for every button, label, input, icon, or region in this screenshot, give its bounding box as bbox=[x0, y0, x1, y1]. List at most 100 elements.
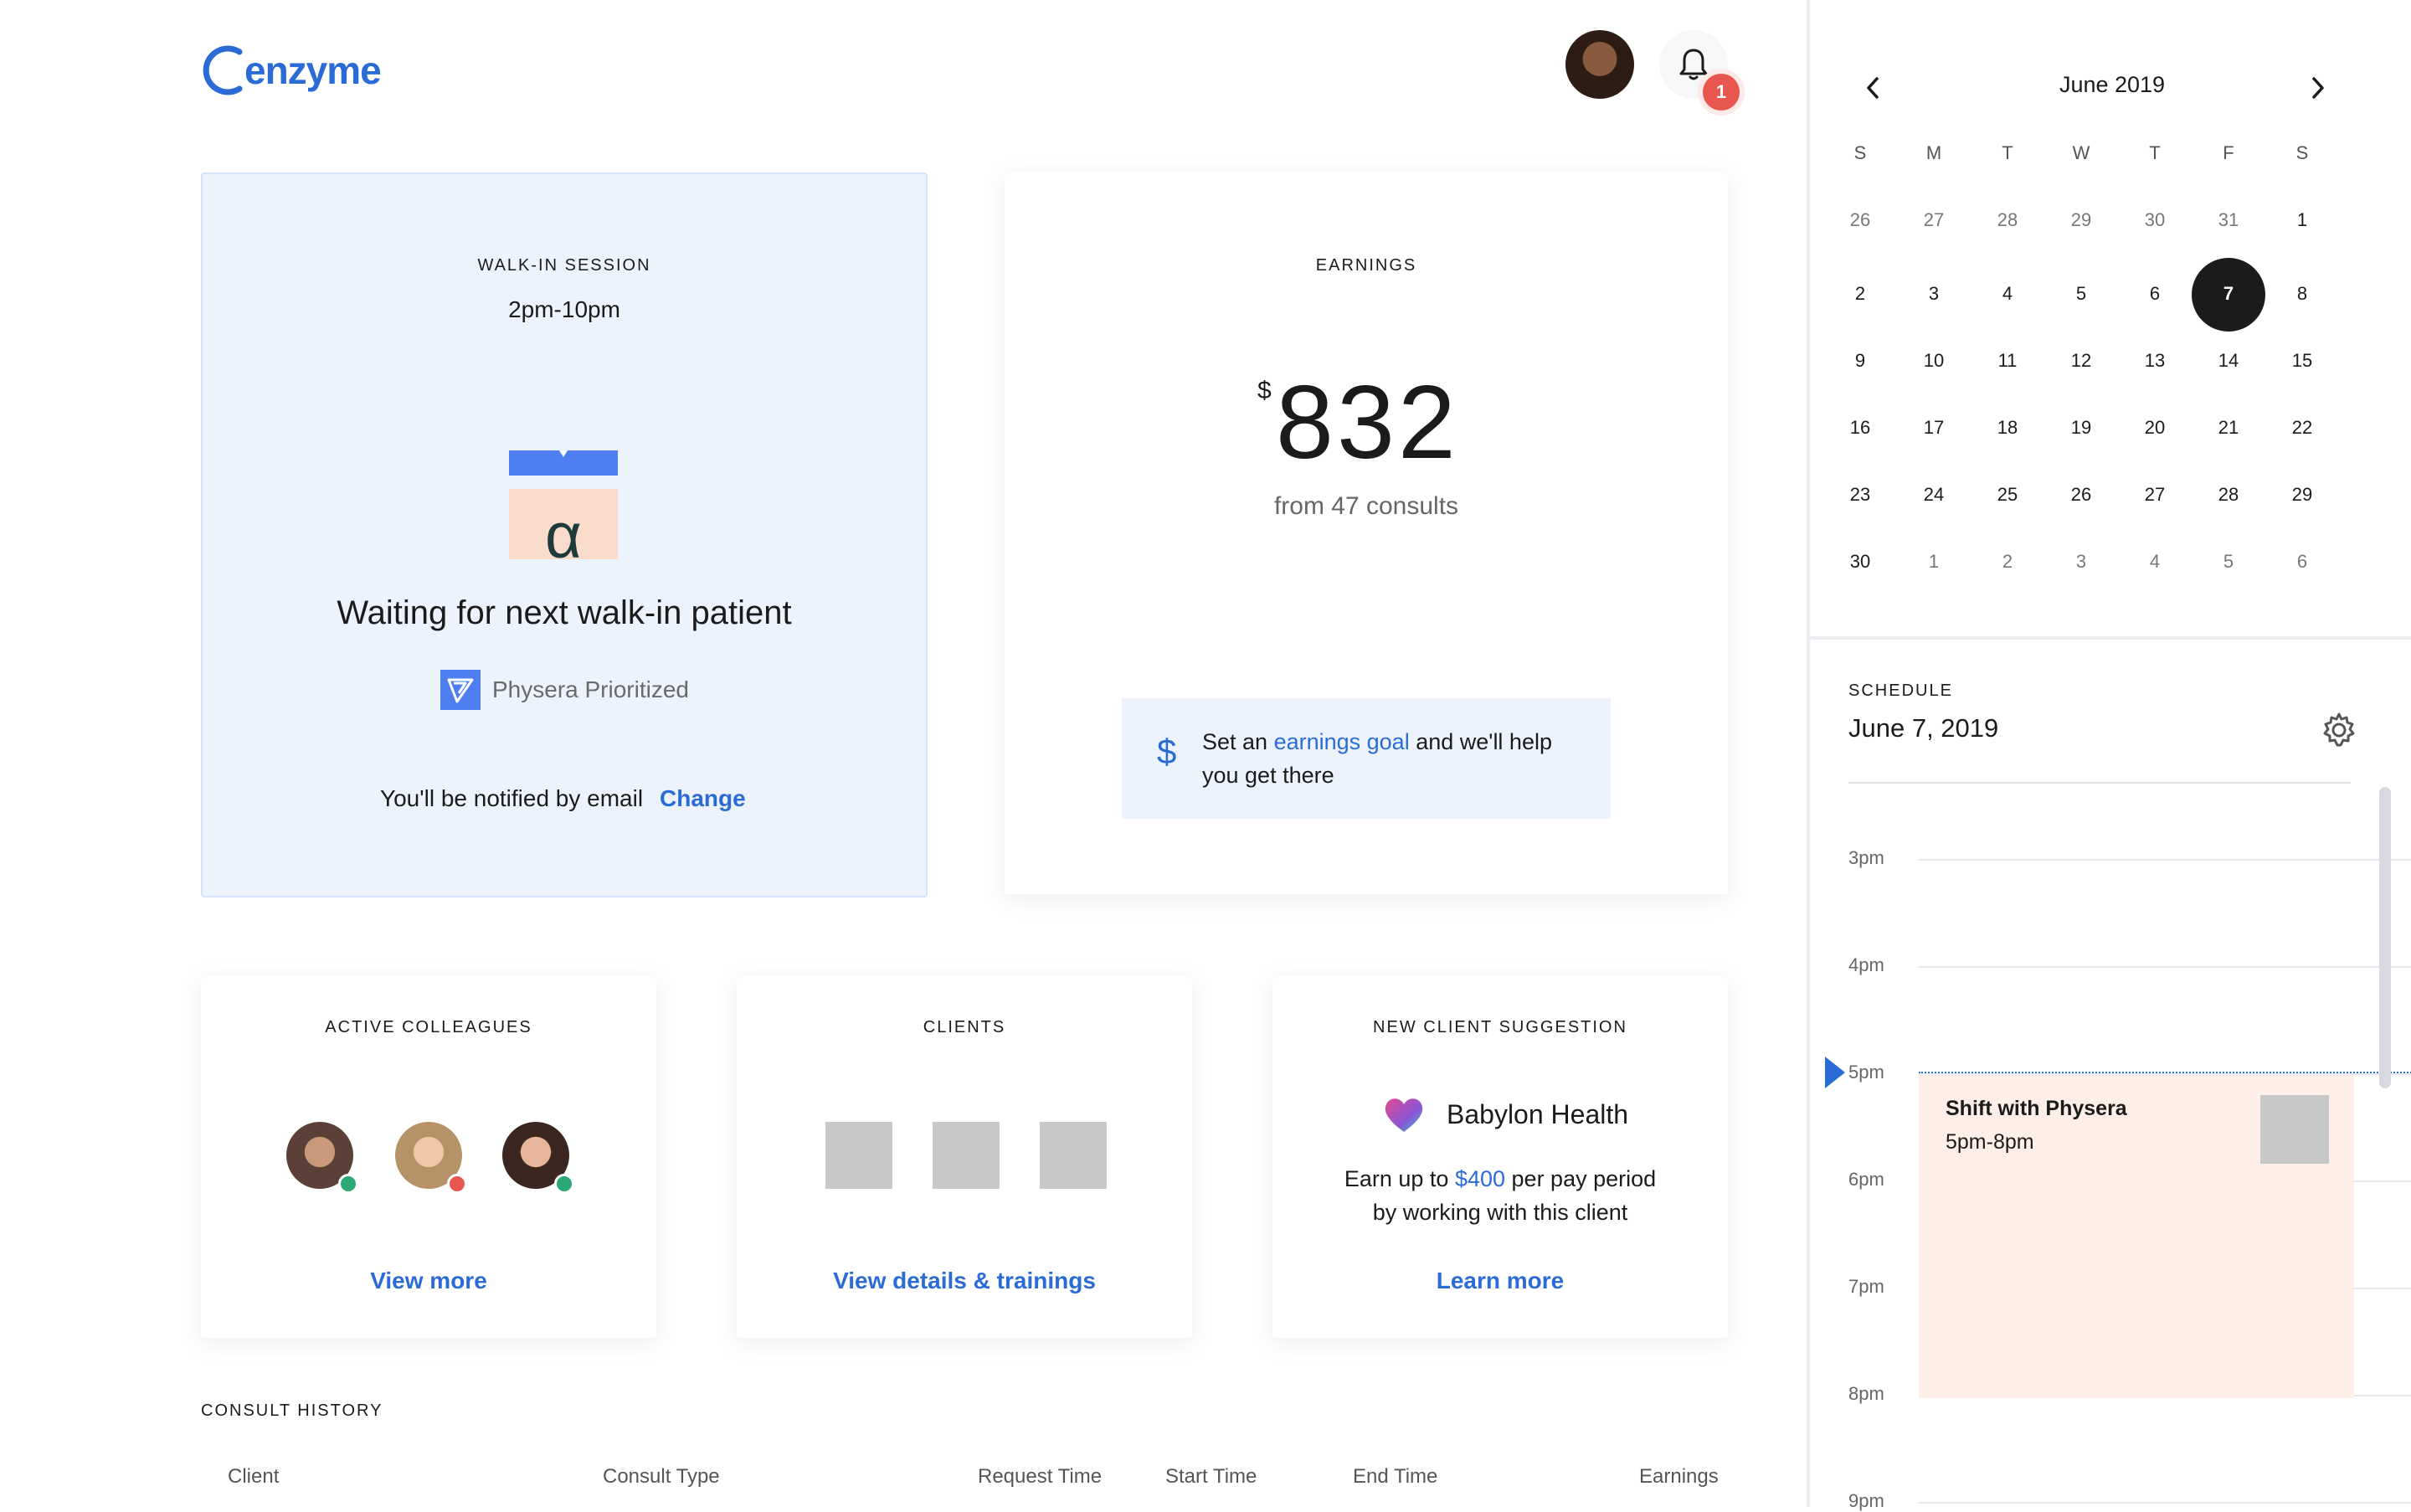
weekday-header: S bbox=[1853, 142, 1867, 163]
view-more-colleagues-link[interactable]: View more bbox=[201, 1268, 656, 1294]
calendar-day[interactable]: 12 bbox=[2048, 350, 2115, 372]
calendar-day[interactable]: 14 bbox=[2195, 350, 2262, 372]
calendar-day[interactable]: 27 bbox=[2121, 484, 2188, 506]
calendar-day[interactable]: 23 bbox=[1827, 484, 1894, 506]
colleague-avatar[interactable] bbox=[395, 1122, 467, 1194]
calendar-day[interactable]: 28 bbox=[2195, 484, 2262, 506]
goal-suffix-line1: and we'll help bbox=[1416, 729, 1552, 754]
partner-label: Physera Prioritized bbox=[440, 670, 689, 710]
hour-label: 7pm bbox=[1848, 1276, 1884, 1297]
calendar-day[interactable]: 16 bbox=[1827, 417, 1894, 439]
column-header-consult-type[interactable]: Consult Type bbox=[603, 1465, 720, 1489]
weekday-header: M bbox=[1925, 142, 1942, 163]
calendar-day[interactable]: 28 bbox=[1974, 209, 2041, 231]
calendar-day[interactable]: 22 bbox=[2269, 417, 2336, 439]
colleague-avatar[interactable] bbox=[286, 1122, 358, 1194]
column-header-client[interactable]: Client bbox=[228, 1465, 279, 1489]
right-panel: June 2019 S M T W T F S 26 27 28 29 30 31 1 2 3 4 5 6 7 8 9 10… bbox=[1807, 0, 2411, 1511]
colleague-avatar[interactable] bbox=[502, 1122, 574, 1194]
event-time: 5pm-8pm bbox=[1946, 1130, 2034, 1154]
client-logo-placeholder[interactable] bbox=[1040, 1122, 1107, 1189]
calendar-day-selected[interactable]: 7 bbox=[2195, 283, 2262, 305]
clients-kicker: CLIENTS bbox=[923, 1018, 1006, 1036]
walk-in-status: Waiting for next walk-in patient bbox=[337, 594, 792, 631]
new-client-suggestion-card: NEW CLIENT SUGGESTION Babylon Health Ear… bbox=[1272, 976, 1728, 1338]
goal-suffix-line2: you get there bbox=[1202, 763, 1334, 788]
calendar-day[interactable]: 11 bbox=[1974, 350, 2041, 372]
calendar-day[interactable]: 15 bbox=[2269, 350, 2336, 372]
client-logo-placeholder[interactable] bbox=[933, 1122, 1000, 1189]
calendar-day[interactable]: 2 bbox=[1827, 283, 1894, 305]
schedule-scrollbar[interactable] bbox=[2379, 787, 2391, 1088]
suggestion-description: Earn up to $400 per pay period by workin… bbox=[1272, 1162, 1728, 1229]
calendar-day[interactable]: 21 bbox=[2195, 417, 2262, 439]
schedule-kicker: SCHEDULE bbox=[1848, 681, 1953, 700]
shift-event[interactable]: Shift with Physera 5pm-8pm bbox=[1919, 1075, 2354, 1398]
event-client-logo bbox=[2260, 1095, 2329, 1164]
calendar-day[interactable]: 3 bbox=[1900, 283, 1967, 305]
next-month-button[interactable] bbox=[2309, 75, 2327, 107]
learn-more-link[interactable]: Learn more bbox=[1272, 1268, 1728, 1294]
calendar-day[interactable]: 10 bbox=[1900, 350, 1967, 372]
hour-label: 9pm bbox=[1848, 1490, 1884, 1511]
suggestion-line2: by working with this client bbox=[1372, 1200, 1628, 1225]
calendar-day[interactable]: 26 bbox=[2048, 484, 2115, 506]
colleagues-kicker: ACTIVE COLLEAGUES bbox=[325, 1018, 532, 1036]
calendar-day[interactable]: 9 bbox=[1827, 350, 1894, 372]
calendar-day[interactable]: 29 bbox=[2048, 209, 2115, 231]
calendar-day[interactable]: 13 bbox=[2121, 350, 2188, 372]
earnings-goal-link[interactable]: earnings goal bbox=[1274, 729, 1410, 754]
view-details-trainings-link[interactable]: View details & trainings bbox=[737, 1268, 1192, 1294]
calendar-day[interactable]: 4 bbox=[1974, 283, 2041, 305]
user-avatar[interactable] bbox=[1565, 30, 1634, 99]
calendar-day[interactable]: 27 bbox=[1900, 209, 1967, 231]
change-notification-link[interactable]: Change bbox=[660, 785, 746, 812]
calendar-day[interactable]: 26 bbox=[1827, 209, 1894, 231]
earnings-subtitle: from 47 consults bbox=[1273, 492, 1459, 520]
calendar-day[interactable]: 4 bbox=[2121, 551, 2188, 573]
event-title: Shift with Physera bbox=[1946, 1097, 2127, 1120]
hour-label: 3pm bbox=[1848, 847, 1884, 868]
suggestion-kicker: NEW CLIENT SUGGESTION bbox=[1373, 1018, 1627, 1036]
gear-icon[interactable] bbox=[2321, 712, 2357, 748]
dollar-icon: $ bbox=[1157, 732, 1177, 771]
calendar-day[interactable]: 29 bbox=[2269, 484, 2336, 506]
calendar-day[interactable]: 20 bbox=[2121, 417, 2188, 439]
earnings-kicker: EARNINGS bbox=[1315, 256, 1417, 275]
calendar-day[interactable]: 6 bbox=[2269, 551, 2336, 573]
calendar-day[interactable]: 25 bbox=[1974, 484, 2041, 506]
column-header-earnings[interactable]: Earnings bbox=[1639, 1465, 1719, 1489]
calendar-day[interactable]: 31 bbox=[2195, 209, 2262, 231]
earnings-goal-text: Set an earnings goal and we'll help you … bbox=[1202, 725, 1552, 792]
weekday-header: F bbox=[2223, 142, 2234, 163]
heart-logo-icon bbox=[1385, 1098, 1423, 1132]
calendar-day[interactable]: 1 bbox=[1900, 551, 1967, 573]
calendar-day[interactable]: 5 bbox=[2195, 551, 2262, 573]
online-status-dot bbox=[338, 1174, 358, 1194]
column-header-request-time[interactable]: Request Time bbox=[978, 1465, 1102, 1489]
column-header-end-time[interactable]: End Time bbox=[1353, 1465, 1437, 1489]
logo-mark-icon bbox=[203, 45, 243, 95]
column-header-start-time[interactable]: Start Time bbox=[1165, 1465, 1257, 1489]
calendar-day[interactable]: 6 bbox=[2121, 283, 2188, 305]
earnings-goal-banner[interactable]: $ Set an earnings goal and we'll help yo… bbox=[1122, 698, 1611, 819]
calendar-day[interactable]: 30 bbox=[2121, 209, 2188, 231]
calendar-day[interactable]: 19 bbox=[2048, 417, 2115, 439]
calendar-day[interactable]: 24 bbox=[1900, 484, 1967, 506]
goal-prefix: Set an bbox=[1202, 729, 1268, 754]
enzyme-logo[interactable]: enzyme bbox=[201, 39, 382, 102]
calendar-day[interactable]: 1 bbox=[2269, 209, 2336, 231]
calendar-day[interactable]: 18 bbox=[1974, 417, 2041, 439]
online-status-dot bbox=[554, 1174, 574, 1194]
active-colleagues-card: ACTIVE COLLEAGUES View more bbox=[201, 976, 656, 1338]
calendar-day[interactable]: 30 bbox=[1827, 551, 1894, 573]
calendar-day[interactable]: 2 bbox=[1974, 551, 2041, 573]
calendar-day[interactable]: 5 bbox=[2048, 283, 2115, 305]
client-logo-placeholder[interactable] bbox=[825, 1122, 892, 1189]
calendar-day[interactable]: 8 bbox=[2269, 283, 2336, 305]
current-time-line bbox=[1919, 1072, 2411, 1073]
calendar-day[interactable]: 17 bbox=[1900, 417, 1967, 439]
hour-label: 6pm bbox=[1848, 1169, 1884, 1190]
schedule-divider bbox=[1848, 782, 2351, 784]
calendar-day[interactable]: 3 bbox=[2048, 551, 2115, 573]
